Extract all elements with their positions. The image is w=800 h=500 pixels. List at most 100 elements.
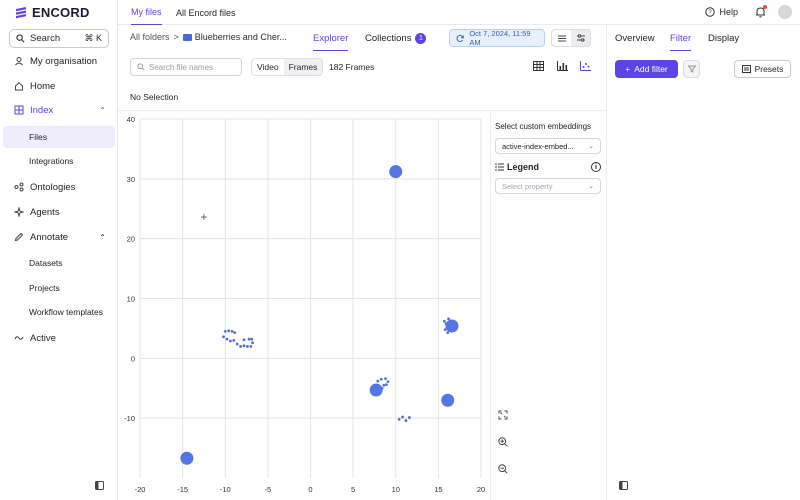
annotate-icon	[14, 232, 24, 242]
embeddings-select[interactable]: active-index-embed... ⌄	[495, 138, 601, 154]
data-point-small[interactable]	[382, 383, 386, 387]
data-point-cluster[interactable]	[369, 383, 383, 397]
data-point-small[interactable]	[239, 344, 242, 348]
data-point-small[interactable]	[384, 377, 387, 381]
org-icon	[14, 56, 24, 66]
tab-display[interactable]: Display	[708, 26, 739, 51]
data-point-small[interactable]	[230, 330, 234, 333]
collapse-sidebar-icon[interactable]	[95, 481, 104, 490]
tab-explorer[interactable]: Explorer	[313, 26, 349, 51]
presets-icon	[741, 65, 751, 73]
breadcrumb-folder[interactable]: Blueberries and Cher...	[182, 32, 287, 42]
data-point-small[interactable]	[384, 383, 388, 387]
data-point-small[interactable]	[228, 339, 232, 343]
bar-chart-view-icon[interactable]	[556, 60, 568, 72]
data-point-small[interactable]	[379, 377, 383, 381]
presets-button[interactable]: Presets	[734, 60, 791, 78]
data-point-small[interactable]	[223, 330, 227, 333]
refresh-date-button[interactable]: Oct 7, 2024, 11:59 AM	[449, 29, 545, 47]
data-point-cluster[interactable]	[180, 451, 194, 465]
data-point-small[interactable]	[232, 338, 236, 342]
sidebar-item-ontologies[interactable]: Ontologies	[0, 176, 118, 198]
file-search-placeholder: Search file names	[149, 62, 214, 72]
data-point-cluster[interactable]	[389, 165, 403, 179]
legend-property-select[interactable]: Select property ⌄	[495, 178, 601, 194]
data-point-small[interactable]	[250, 337, 254, 341]
info-icon[interactable]: i	[591, 162, 601, 172]
sidebar-item-integrations[interactable]: Integrations	[3, 150, 115, 172]
search-shortcut: ⌘ K	[84, 33, 102, 43]
data-point-small[interactable]	[386, 380, 390, 384]
sidebar-subitem-label: Integrations	[29, 156, 74, 166]
list-view-icon[interactable]	[552, 30, 571, 46]
tab-collections[interactable]: Collections 1	[365, 26, 427, 51]
data-point-small[interactable]	[442, 319, 446, 323]
data-point-small[interactable]	[233, 331, 237, 335]
sidebar-item-index[interactable]: Index ⌃	[0, 99, 118, 121]
data-point-small[interactable]	[251, 341, 254, 345]
sidebar-item-projects[interactable]: Projects	[3, 277, 115, 299]
crosshair-marker: +	[200, 210, 207, 224]
add-filter-button[interactable]: + Add filter	[615, 60, 678, 78]
sidebar: ENCORD Search ⌘ K My organisation Home I…	[0, 0, 118, 500]
breadcrumb-root[interactable]: All folders	[130, 32, 170, 42]
data-point-small[interactable]	[235, 342, 239, 346]
sidebar-item-annotate[interactable]: Annotate ⌃	[0, 226, 118, 248]
grid-view-icon[interactable]	[532, 60, 544, 72]
help-button[interactable]: ? Help	[705, 7, 738, 17]
data-point-small[interactable]	[447, 317, 451, 321]
chevron-up-icon[interactable]: ⌃	[99, 106, 106, 115]
sidebar-item-active[interactable]: Active	[0, 327, 118, 349]
sidebar-subitem-label: Projects	[29, 283, 60, 293]
sidebar-item-my-organisation[interactable]: My organisation	[0, 50, 118, 72]
data-point-small[interactable]	[242, 338, 246, 342]
data-point-small[interactable]	[222, 335, 225, 339]
sidebar-item-home[interactable]: Home	[0, 75, 118, 97]
frames-count: 182 Frames	[329, 62, 375, 72]
data-point-small[interactable]	[246, 344, 249, 348]
video-mode-button[interactable]: Video	[252, 59, 284, 75]
data-point-small[interactable]	[397, 417, 401, 421]
media-type-toggle: Video Frames	[251, 58, 324, 76]
data-point-small[interactable]	[407, 416, 411, 419]
global-search-button[interactable]: Search ⌘ K	[9, 29, 109, 48]
tab-label: All Encord files	[176, 7, 236, 18]
avatar[interactable]	[778, 5, 792, 19]
frames-mode-button[interactable]: Frames	[283, 59, 323, 75]
sidebar-item-label: Agents	[30, 206, 60, 218]
clear-filter-button[interactable]	[683, 60, 700, 78]
embedding-scatter-plot[interactable]: -20 -15 -10 -5 0 5 10 15 20 -10 0 10 20 30 40 +	[118, 111, 490, 500]
chevron-up-icon[interactable]: ⌃	[99, 233, 106, 242]
encord-logo-icon	[16, 6, 26, 18]
tab-overview[interactable]: Overview	[615, 26, 655, 51]
tab-my-files[interactable]: My files	[131, 0, 162, 25]
sidebar-item-label: Home	[30, 80, 56, 92]
data-point-small[interactable]	[249, 344, 253, 348]
settings-sliders-icon[interactable]	[571, 30, 590, 46]
data-point-small[interactable]	[401, 415, 404, 419]
x-tick-label: 20	[477, 485, 485, 494]
tab-filter[interactable]: Filter	[670, 26, 692, 51]
right-panel	[606, 25, 800, 500]
data-point-small[interactable]	[247, 337, 251, 341]
x-tick-label: -5	[265, 485, 272, 494]
active-icon	[14, 333, 24, 343]
x-tick-label: 10	[392, 485, 400, 494]
file-search-input[interactable]: Search file names	[130, 58, 242, 76]
embedding-view-icon[interactable]	[579, 60, 591, 72]
data-point-small[interactable]	[225, 337, 229, 341]
collapse-panel-icon[interactable]	[619, 481, 628, 490]
sidebar-item-workflow-templates[interactable]: Workflow templates	[3, 301, 115, 323]
sidebar-item-datasets[interactable]: Datasets	[3, 252, 115, 274]
data-point-small[interactable]	[376, 379, 380, 383]
data-point-cluster[interactable]	[445, 319, 459, 333]
sidebar-item-agents[interactable]: Agents	[0, 201, 118, 223]
data-point-small[interactable]	[227, 329, 231, 333]
data-point-small[interactable]	[242, 344, 246, 348]
data-point-cluster[interactable]	[441, 393, 455, 407]
embeddings-selected-value: active-index-embed...	[502, 141, 574, 151]
sidebar-item-files[interactable]: Files	[3, 126, 115, 148]
data-point-small[interactable]	[404, 419, 408, 422]
encord-logo[interactable]: ENCORD	[14, 5, 90, 20]
tab-all-encord-files[interactable]: All Encord files	[176, 0, 236, 25]
